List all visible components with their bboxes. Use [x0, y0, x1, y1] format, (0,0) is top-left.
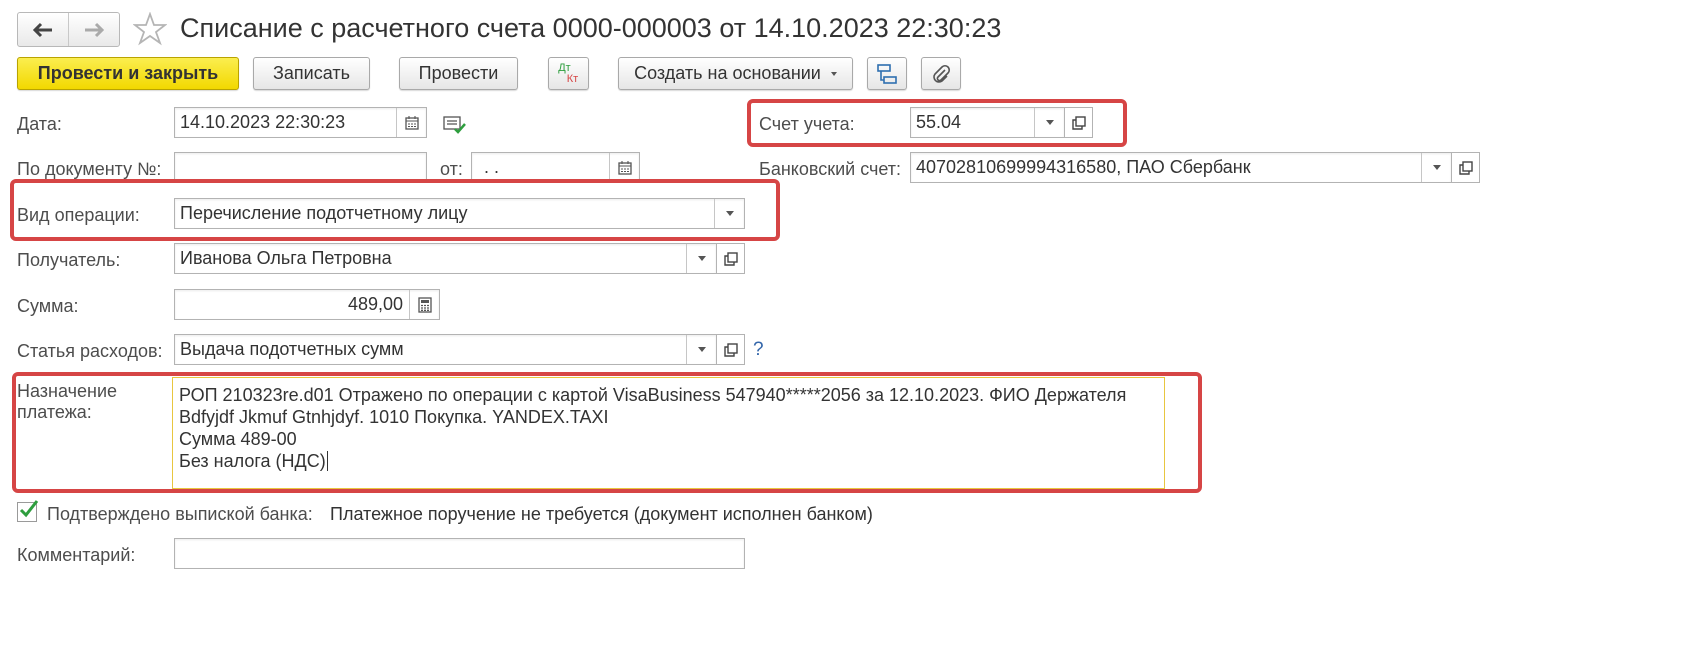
- highlight-purpose: [12, 372, 1202, 493]
- create-based-on-label: Создать на основании: [634, 63, 821, 83]
- bank-account-label: Банковский счет:: [759, 159, 902, 179]
- back-arrow-icon: [32, 22, 52, 37]
- expense-label: Статья расходов:: [17, 341, 163, 361]
- recipient-dropdown-button[interactable]: [686, 244, 716, 273]
- checkmark-icon: [19, 500, 39, 518]
- comment-field[interactable]: [174, 538, 745, 569]
- bank-account-open-button[interactable]: [1451, 152, 1480, 183]
- chevron-down-icon: [697, 347, 706, 352]
- dtkt-icon: Дт Кт: [558, 61, 579, 85]
- forward-button[interactable]: [68, 13, 119, 46]
- paperclip-icon: [933, 64, 951, 83]
- amount-value: 489,00: [347, 294, 403, 314]
- structure-button[interactable]: [867, 57, 907, 90]
- nav-buttons: [17, 12, 120, 47]
- structure-icon: [877, 63, 897, 84]
- highlight-account: [747, 99, 1127, 147]
- open-icon: [723, 342, 738, 357]
- confirmed-checkbox[interactable]: [17, 500, 39, 522]
- expense-open-button[interactable]: [716, 334, 745, 365]
- create-based-on-button[interactable]: Создать на основании: [618, 57, 853, 90]
- post-and-close-button[interactable]: Провести и закрыть: [17, 57, 239, 90]
- recipient-open-button[interactable]: [716, 243, 745, 274]
- dtkt-dt-text: Дт: [558, 61, 571, 74]
- expense-field[interactable]: Выдача подотчетных сумм: [174, 334, 717, 365]
- expense-dropdown-button[interactable]: [686, 335, 716, 364]
- from-label: от:: [440, 159, 463, 179]
- help-link[interactable]: ?: [753, 339, 764, 361]
- date-value: 14.10.2023 22:30:23: [180, 112, 346, 132]
- dtkt-button[interactable]: Дт Кт: [548, 57, 589, 90]
- recipient-label: Получатель:: [17, 250, 121, 270]
- favorite-star-icon[interactable]: [133, 12, 167, 46]
- dtkt-kt-text: Кт: [566, 72, 579, 85]
- verified-list-icon[interactable]: [443, 114, 467, 136]
- comment-label: Комментарий:: [17, 545, 136, 565]
- open-icon: [723, 251, 738, 266]
- date-field[interactable]: 14.10.2023 22:30:23: [174, 107, 427, 138]
- expense-value: Выдача подотчетных сумм: [180, 339, 404, 359]
- save-button[interactable]: Записать: [253, 57, 370, 90]
- confirmed-label: Подтверждено выпиской банка:: [47, 504, 313, 524]
- bank-account-value: 40702810699994316580, ПАО Сбербанк: [916, 157, 1251, 177]
- attach-button[interactable]: [921, 57, 961, 90]
- chevron-down-icon: [830, 71, 837, 76]
- recipient-field[interactable]: Иванова Ольга Петровна: [174, 243, 717, 274]
- recipient-value: Иванова Ольга Петровна: [180, 248, 392, 268]
- calculator-icon[interactable]: [409, 290, 439, 319]
- bank-account-dropdown-button[interactable]: [1421, 153, 1451, 182]
- page-title: Списание с расчетного счета 0000-000003 …: [180, 13, 1002, 43]
- forward-arrow-icon: [85, 22, 105, 37]
- chevron-down-icon: [697, 256, 706, 261]
- confirmed-note: Платежное поручение не требуется (докуме…: [330, 504, 873, 524]
- doc-number-label: По документу №:: [17, 159, 162, 179]
- open-icon: [1458, 160, 1473, 175]
- highlight-operation: [10, 179, 780, 241]
- amount-field[interactable]: 489,00: [174, 289, 440, 320]
- date-label: Дата:: [17, 114, 62, 134]
- post-button[interactable]: Провести: [399, 57, 518, 90]
- back-button[interactable]: [18, 13, 68, 46]
- calendar-icon[interactable]: [609, 153, 639, 182]
- amount-label: Сумма:: [17, 296, 79, 316]
- calendar-icon[interactable]: [396, 108, 426, 137]
- from-date-value: . .: [484, 157, 500, 177]
- chevron-down-icon: [1432, 165, 1441, 170]
- bank-account-field[interactable]: 40702810699994316580, ПАО Сбербанк: [910, 152, 1452, 183]
